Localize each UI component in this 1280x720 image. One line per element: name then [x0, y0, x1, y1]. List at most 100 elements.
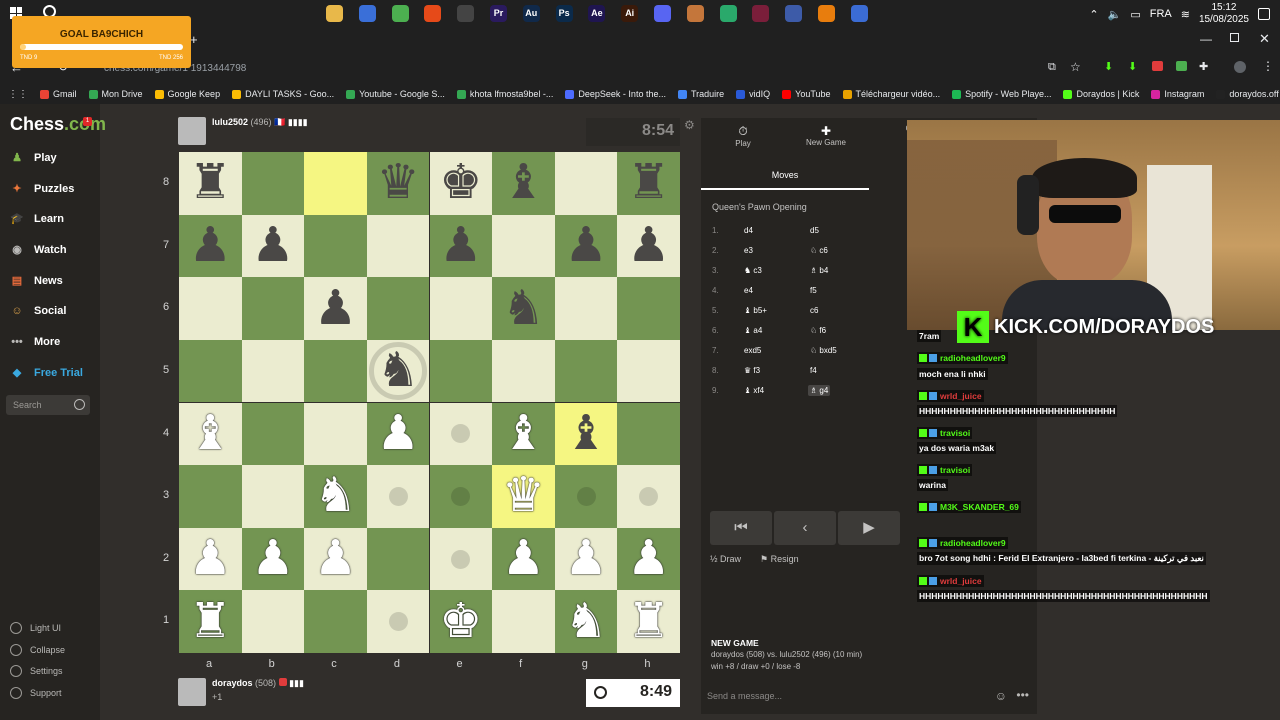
move-black[interactable]: ♗ b4: [810, 266, 828, 275]
photoshop-icon[interactable]: Ps: [555, 5, 573, 22]
sidebar-item-news[interactable]: ▤ News: [8, 274, 63, 288]
draw-button[interactable]: ½ Draw: [710, 554, 741, 564]
move-black[interactable]: ♘ f6: [810, 326, 826, 335]
black-pawn-icon[interactable]: ♟: [304, 277, 367, 340]
chrome-alt-icon[interactable]: [719, 5, 737, 22]
play-icon[interactable]: ▶: [838, 511, 900, 545]
square-f5[interactable]: [492, 339, 555, 403]
minimize-icon[interactable]: —: [1200, 32, 1212, 46]
bookmark-item[interactable]: Traduire: [677, 89, 724, 99]
bookmark-item[interactable]: Téléchargeur vidéo...: [842, 89, 940, 99]
move-white[interactable]: ♞ c3: [744, 266, 762, 275]
previous-move-icon[interactable]: ‹: [774, 511, 836, 545]
obs-icon[interactable]: [457, 5, 475, 22]
square-f7[interactable]: [492, 214, 555, 278]
white-king-icon[interactable]: ♚: [430, 590, 493, 653]
brave-icon[interactable]: [424, 5, 442, 22]
sidebar-item-more[interactable]: ••• More: [8, 335, 60, 349]
square-b4[interactable]: [241, 402, 305, 466]
legal-move-dot[interactable]: [639, 486, 659, 506]
chat-username[interactable]: travisoi: [917, 464, 973, 476]
square-h6[interactable]: [617, 277, 680, 340]
tool-icon[interactable]: [785, 5, 803, 22]
sidebar-footer-light-ui[interactable]: Light UI: [10, 622, 61, 634]
legal-move-dot[interactable]: [388, 612, 408, 632]
square-e4[interactable]: [429, 402, 493, 466]
move-white[interactable]: exd5: [744, 346, 761, 355]
bookmark-item[interactable]: DAYLI TASKS - Goo...: [232, 89, 334, 99]
move-black[interactable]: ♗ g4: [808, 385, 831, 396]
move-white[interactable]: ♛ f3: [744, 366, 760, 375]
volume-icon[interactable]: 🔈: [1108, 8, 1122, 21]
bookmark-item[interactable]: Doraydos | Kick: [1063, 89, 1139, 99]
square-a3[interactable]: [179, 465, 242, 528]
move-white[interactable]: e3: [744, 246, 753, 255]
avatar[interactable]: [178, 117, 206, 145]
square-g3[interactable]: [554, 465, 618, 528]
bookmark-item[interactable]: Instagram: [1151, 89, 1204, 99]
square-d1[interactable]: [366, 590, 430, 653]
square-a7[interactable]: ♟: [179, 214, 242, 278]
square-h4[interactable]: [617, 402, 680, 466]
bookmark-item[interactable]: vidIQ: [736, 89, 770, 99]
extension-icon[interactable]: [1152, 61, 1163, 71]
after-effects-icon[interactable]: Ae: [588, 5, 606, 22]
white-queen-icon[interactable]: ♛: [492, 465, 555, 528]
square-f3[interactable]: ♛: [492, 465, 555, 528]
square-b3[interactable]: [241, 465, 305, 528]
white-pawn-icon[interactable]: ♟: [304, 528, 367, 591]
language-indicator[interactable]: FRA: [1150, 8, 1172, 20]
bookmark-item[interactable]: khota lfmosta9bel -...: [456, 89, 553, 99]
chat-username[interactable]: wrld_juice: [917, 575, 984, 587]
opponent-name[interactable]: lulu2502: [212, 117, 248, 127]
square-c2[interactable]: ♟: [304, 527, 367, 591]
square-d3[interactable]: [366, 465, 430, 528]
move-white[interactable]: d4: [744, 226, 753, 235]
extension-icon[interactable]: [1176, 61, 1187, 71]
square-g4[interactable]: ♝: [554, 402, 618, 466]
sidebar-item-puzzles[interactable]: ✦ Puzzles: [8, 182, 74, 196]
square-b7[interactable]: ♟: [241, 214, 305, 278]
legal-move-dot[interactable]: [576, 486, 596, 506]
shield-app-icon[interactable]: [850, 5, 868, 22]
legal-move-dot[interactable]: [388, 486, 408, 506]
app-icon[interactable]: [686, 5, 704, 22]
square-c4[interactable]: [304, 402, 367, 466]
black-queen-icon[interactable]: ♛: [367, 152, 430, 215]
extension-icon[interactable]: ⬇: [1104, 60, 1113, 73]
sidebar-item-play[interactable]: ♟ Play: [8, 151, 57, 165]
square-b5[interactable]: [241, 339, 305, 403]
square-d5[interactable]: ♞: [366, 339, 430, 403]
bookmark-item[interactable]: Mon Drive: [88, 89, 143, 99]
network-icon[interactable]: ▭: [1130, 8, 1140, 21]
store-icon[interactable]: [358, 5, 376, 22]
system-clock[interactable]: 15:12 15/08/2025: [1199, 2, 1249, 26]
black-pawn-icon[interactable]: ♟: [617, 215, 680, 278]
square-h1[interactable]: ♜: [617, 590, 680, 653]
chess-board[interactable]: ♜ ♛ ♚ ♝ ♜ ♟ ♟ ♟ ♟ ♟ ♟ ♞ ♞ ♝ ♟ ♝ ♝ ♞ ♛ ♟ ♟ ♟ ♟ ♟ ♟ ♜ ♚ ♞ ♜: [179, 152, 680, 653]
move-black[interactable]: ♘ bxd5: [810, 346, 837, 355]
square-h8[interactable]: ♜: [617, 152, 680, 215]
white-rook-icon[interactable]: ♜: [179, 590, 242, 653]
square-h7[interactable]: ♟: [617, 214, 680, 278]
bookmark-item[interactable]: DeepSeek - Into the...: [565, 89, 666, 99]
bookmark-item[interactable]: Youtube - Google S...: [346, 89, 445, 99]
chrome-icon[interactable]: [391, 5, 409, 22]
white-pawn-icon[interactable]: ♟: [242, 528, 305, 591]
first-move-icon[interactable]: ⏮: [710, 511, 772, 545]
white-pawn-icon[interactable]: ♟: [179, 528, 242, 591]
tab-play[interactable]: ⏱ Play: [718, 124, 768, 148]
square-d4[interactable]: ♟: [366, 402, 430, 466]
chat-message-input[interactable]: Send a message... ☺ •••: [701, 686, 1037, 708]
square-c8[interactable]: [304, 152, 367, 215]
close-icon[interactable]: ✕: [1259, 31, 1270, 47]
white-rook-icon[interactable]: ♜: [617, 590, 680, 653]
square-g6[interactable]: [554, 277, 618, 340]
square-f8[interactable]: ♝: [492, 152, 555, 215]
square-a6[interactable]: [179, 277, 242, 340]
new-tab-icon[interactable]: +: [190, 32, 198, 47]
square-e7[interactable]: ♟: [429, 214, 493, 278]
move-white[interactable]: ♝ a4: [744, 326, 762, 335]
white-knight-icon[interactable]: ♞: [304, 465, 367, 528]
white-bishop-icon[interactable]: ♝: [492, 403, 555, 466]
